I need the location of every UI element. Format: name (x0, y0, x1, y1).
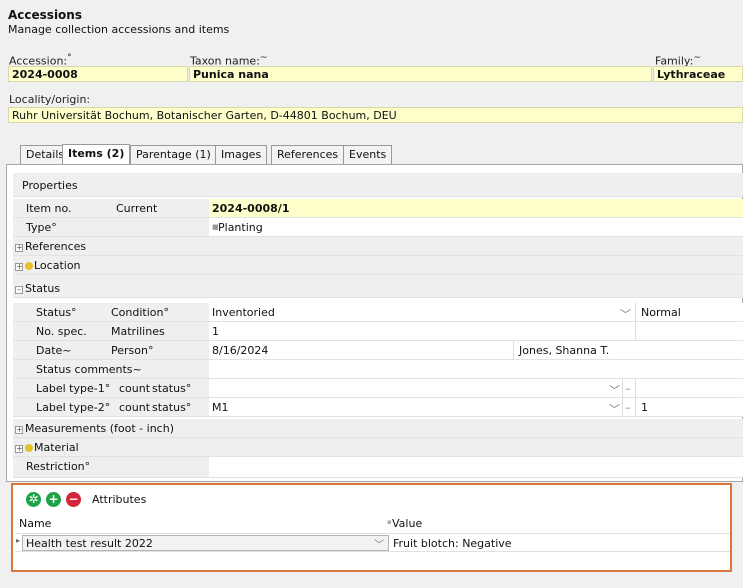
status-label: Status° (36, 306, 77, 319)
type-label: Type° (26, 221, 57, 234)
material-label: + Material (15, 441, 79, 454)
family-field[interactable]: Lythraceae (653, 66, 743, 82)
date-label: Date~ (36, 344, 72, 357)
expand-icon[interactable]: + (15, 445, 23, 453)
add-icon[interactable]: + (46, 492, 61, 507)
location-dot-icon (25, 262, 33, 270)
page-subtitle: Manage collection accessions and items (8, 23, 230, 36)
type-row[interactable]: Type° ■ Planting (13, 218, 743, 237)
current-label: Current (116, 202, 158, 215)
status-row[interactable]: Status° Condition° Inventoried ﹀ Normal (13, 303, 743, 322)
page-title: Accessions (8, 8, 82, 22)
status-comments-row[interactable]: Status comments~ (13, 360, 743, 379)
dash: – (625, 382, 631, 395)
dash: – (625, 401, 631, 414)
item-no-label: Item no. (26, 202, 72, 215)
condition-label: Condition° (111, 306, 169, 319)
label-type-1-row[interactable]: Label type-1° count status° ﹀ – (13, 379, 743, 398)
date-field[interactable] (209, 341, 743, 359)
references-label: + References (15, 240, 87, 253)
restriction-label: Restriction° (26, 460, 91, 473)
attribute-row[interactable]: ▸ Health test result 2022 ﹀ Fruit blotch… (15, 533, 730, 552)
person-value: Jones, Shanna T. (519, 344, 610, 357)
tab-events[interactable]: Events (343, 145, 393, 164)
properties-title: Properties (22, 179, 78, 192)
material-group[interactable]: + Material (13, 438, 743, 457)
no-spec-row[interactable]: No. spec. Matrilines 1 (13, 322, 743, 341)
count-label: count (119, 401, 151, 414)
collapse-icon[interactable]: – (15, 286, 23, 294)
chevron-down-icon[interactable]: ﹀ (609, 401, 620, 417)
measurements-label: + Measurements (foot - inch) (15, 422, 174, 435)
attributes-title: Attributes (92, 493, 147, 506)
references-group[interactable]: + References (13, 237, 743, 256)
add-record-icon[interactable]: ✲ (26, 492, 41, 507)
location-label: + Location (15, 259, 81, 272)
page-header: Accessions Manage collection accessions … (0, 0, 743, 46)
tab-images[interactable]: Images (215, 145, 268, 164)
status-group[interactable]: – Status (13, 279, 743, 298)
status-label: status° (152, 401, 192, 414)
attributes-section: ✲ + − Attributes Name ▪ Value ▸ Health t… (11, 483, 732, 572)
date-row[interactable]: Date~ Person° 8/16/2024 Jones, Shanna T. (13, 341, 743, 360)
chevron-down-icon[interactable]: ﹀ (374, 536, 384, 551)
item-no-row[interactable]: Item no. Current 2024-0008/1 (13, 199, 743, 218)
status-label: status° (152, 382, 192, 395)
label-type-1-label: Label type-1° (36, 382, 111, 395)
count-label: count (119, 382, 151, 395)
type-field[interactable] (209, 218, 743, 236)
status-value: Inventoried (212, 306, 275, 319)
attribute-value[interactable]: Fruit blotch: Negative (393, 537, 512, 550)
expand-icon[interactable]: + (15, 263, 23, 271)
label-type-2-label: Label type-2° (36, 401, 111, 414)
item-no-value: 2024-0008/1 (212, 202, 290, 215)
row-indicator-icon: ▸ (16, 536, 21, 545)
name-column-header: Name (19, 517, 52, 530)
status-comments-field[interactable] (209, 360, 743, 378)
matrilines-label: Matrilines (111, 325, 165, 338)
expand-icon[interactable]: + (15, 426, 23, 434)
status-group-label: – Status (15, 282, 61, 295)
label-type-1-field[interactable] (209, 379, 743, 397)
attribute-name-value: Health test result 2022 (26, 537, 153, 550)
status-comments-label: Status comments~ (36, 363, 142, 376)
measurements-group[interactable]: + Measurements (foot - inch) (13, 419, 743, 438)
label-type-2-field[interactable] (209, 398, 743, 416)
date-value: 8/16/2024 (212, 344, 269, 357)
condition-value: Normal (641, 306, 681, 319)
tab-parentage[interactable]: Parentage (1) (130, 145, 217, 164)
expand-icon[interactable]: + (15, 244, 23, 252)
chevron-down-icon[interactable]: ﹀ (620, 306, 631, 322)
restriction-field[interactable] (209, 457, 743, 477)
locality-label: Locality/origin: (9, 93, 91, 106)
no-spec-value: 1 (212, 325, 219, 338)
remove-icon[interactable]: − (66, 492, 81, 507)
tab-items[interactable]: Items (2) (62, 144, 131, 164)
type-value: Planting (218, 221, 263, 234)
no-spec-field[interactable] (209, 322, 743, 340)
taxon-name-field[interactable]: Punica nana (189, 66, 652, 82)
tab-references[interactable]: References (271, 145, 345, 164)
properties-header: Properties (13, 173, 743, 197)
location-group[interactable]: + Location (13, 256, 743, 275)
no-spec-label: No. spec. (36, 325, 87, 338)
attribute-name-select[interactable]: Health test result 2022 ﹀ (22, 535, 389, 551)
label-type-2-count: 1 (641, 401, 648, 414)
locality-field[interactable]: Ruhr Universität Bochum, Botanischer Gar… (8, 107, 743, 123)
person-label: Person° (111, 344, 154, 357)
material-dot-icon (25, 444, 33, 452)
label-type-2-value: M1 (212, 401, 229, 414)
chevron-down-icon[interactable]: ﹀ (609, 382, 620, 398)
restriction-row[interactable]: Restriction° (13, 457, 743, 478)
accession-field[interactable]: 2024-0008 (8, 66, 188, 82)
label-type-2-row[interactable]: Label type-2° count status° M1 ﹀ – 1 (13, 398, 743, 417)
value-column-header: Value (392, 517, 423, 530)
